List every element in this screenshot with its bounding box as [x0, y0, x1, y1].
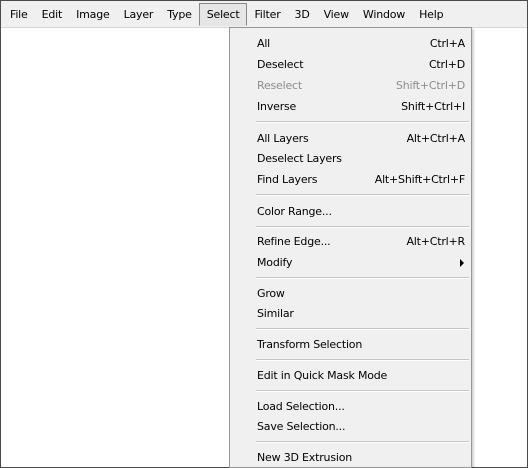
- menu-item-color-range[interactable]: Color Range...: [254, 202, 465, 221]
- menu-item-shortcut: Alt+Shift+Ctrl+F: [374, 173, 465, 186]
- menu-item-shortcut: Alt+Ctrl+A: [406, 132, 466, 145]
- menu-bar: File Edit Image Layer Type Select Filter…: [1, 1, 527, 28]
- menu-item-label: Refine Edge...: [257, 235, 331, 248]
- menu-3d[interactable]: 3D: [288, 3, 317, 26]
- menu-separator: [256, 328, 469, 330]
- menu-separator: [256, 226, 469, 228]
- menu-separator: [256, 121, 469, 123]
- menu-item-label: Reselect: [257, 79, 302, 92]
- menu-item-inverse[interactable]: Inverse Shift+Ctrl+I: [254, 97, 465, 116]
- menu-item-label: Color Range...: [257, 205, 332, 218]
- menu-item-shortcut: Ctrl+D: [428, 58, 465, 71]
- menu-item-reselect: Reselect Shift+Ctrl+D: [254, 76, 465, 95]
- menu-separator: [256, 359, 469, 361]
- menu-separator: [256, 390, 469, 392]
- menu-item-label: Inverse: [257, 100, 297, 113]
- menu-item-transform-selection[interactable]: Transform Selection: [254, 335, 465, 354]
- menu-item-shortcut: Ctrl+A: [429, 37, 465, 50]
- submenu-arrow-icon: [460, 259, 464, 267]
- menu-item-new-3d-extrusion[interactable]: New 3D Extrusion: [254, 448, 465, 467]
- menu-item-shortcut: Shift+Ctrl+I: [401, 100, 465, 113]
- select-menu-dropdown: All Ctrl+A Deselect Ctrl+D Reselect Shif…: [229, 27, 472, 468]
- menu-item-label: Find Layers: [257, 173, 318, 186]
- menu-item-label: Edit in Quick Mask Mode: [257, 369, 388, 382]
- menu-edit[interactable]: Edit: [35, 3, 70, 26]
- menu-select[interactable]: Select: [198, 2, 248, 26]
- menu-item-label: Deselect Layers: [257, 152, 342, 165]
- menu-item-quick-mask[interactable]: Edit in Quick Mask Mode: [254, 366, 465, 385]
- menu-item-label: Load Selection...: [257, 400, 345, 413]
- menu-item-all-layers[interactable]: All Layers Alt+Ctrl+A: [254, 129, 465, 148]
- menu-item-all[interactable]: All Ctrl+A: [254, 34, 465, 53]
- menu-item-label: Transform Selection: [257, 338, 363, 351]
- menu-layer[interactable]: Layer: [117, 3, 161, 26]
- menu-item-save-selection[interactable]: Save Selection...: [254, 417, 465, 436]
- menu-item-label: Deselect: [257, 58, 304, 71]
- menu-separator: [256, 194, 469, 196]
- menu-filter[interactable]: Filter: [247, 3, 287, 26]
- menu-item-label: Grow: [257, 287, 285, 300]
- menu-item-shortcut: Shift+Ctrl+D: [395, 79, 465, 92]
- menu-image[interactable]: Image: [69, 3, 116, 26]
- menu-help[interactable]: Help: [412, 3, 450, 26]
- menu-file[interactable]: File: [3, 3, 35, 26]
- menu-item-label: New 3D Extrusion: [257, 451, 353, 464]
- menu-window[interactable]: Window: [356, 3, 412, 26]
- menu-item-shortcut: Alt+Ctrl+R: [406, 235, 465, 248]
- menu-item-deselect[interactable]: Deselect Ctrl+D: [254, 55, 465, 74]
- menu-separator: [256, 277, 469, 279]
- menu-item-modify[interactable]: Modify: [254, 253, 465, 272]
- menu-item-label: Save Selection...: [257, 420, 346, 433]
- menu-item-label: Modify: [257, 256, 293, 269]
- menu-item-label: All Layers: [257, 132, 309, 145]
- menu-type[interactable]: Type: [160, 3, 198, 26]
- menu-icon-gutter: [230, 28, 254, 467]
- menu-item-refine-edge[interactable]: Refine Edge... Alt+Ctrl+R: [254, 232, 465, 251]
- menu-view[interactable]: View: [317, 3, 356, 26]
- menu-separator: [256, 441, 469, 443]
- menu-item-find-layers[interactable]: Find Layers Alt+Shift+Ctrl+F: [254, 170, 465, 189]
- menu-item-similar[interactable]: Similar: [254, 304, 465, 323]
- menu-item-grow[interactable]: Grow: [254, 284, 465, 303]
- menu-item-deselect-layers[interactable]: Deselect Layers: [254, 149, 465, 168]
- menu-item-label: Similar: [257, 307, 294, 320]
- menu-item-load-selection[interactable]: Load Selection...: [254, 397, 465, 416]
- menu-item-label: All: [257, 37, 271, 50]
